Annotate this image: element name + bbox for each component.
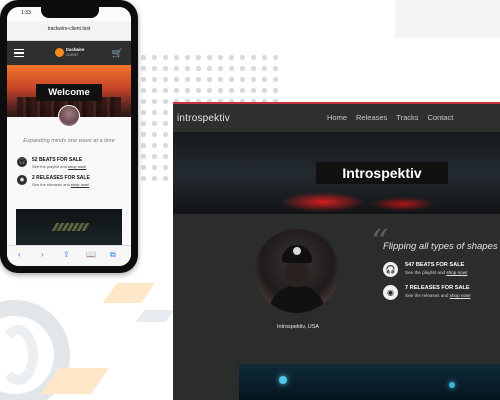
- background-block: [395, 0, 500, 38]
- desktop-nav-menu: Home Releases Tracks Contact: [327, 113, 453, 122]
- mobile-tagline: Expanding minds one wave at a time: [23, 138, 115, 144]
- logo-subtext: CLIENT: [66, 52, 79, 57]
- status-time: 1:33: [21, 10, 31, 16]
- mobile-releases-stat: ◉ 2 RELEASES FOR SALE See the releases a…: [17, 175, 90, 187]
- welcome-title: Welcome: [48, 87, 90, 98]
- light-decoration: [449, 382, 455, 388]
- site-logo[interactable]: introspektiv: [177, 113, 230, 124]
- light-decoration: [279, 376, 287, 384]
- parallelogram-decoration: [102, 283, 156, 303]
- hero-title-box: Introspektiv: [316, 162, 448, 184]
- forward-icon[interactable]: ›: [41, 250, 44, 259]
- releases-description: See the releases and shop now!: [405, 293, 471, 298]
- mobile-avatar: [58, 105, 80, 127]
- parallelogram-decoration: [135, 310, 175, 322]
- beats-count: 547 BEATS FOR SALE: [405, 262, 465, 268]
- mobile-featured-image: [16, 209, 122, 245]
- mobile-navbar: trackwire CLIENT 🛒: [7, 41, 131, 65]
- featured-image: [239, 364, 500, 400]
- address-bar[interactable]: trackwire-client.test: [7, 21, 131, 41]
- hero-title: Introspektiv: [342, 165, 422, 181]
- phone-mockup: 1:33 trackwire-client.test trackwire CLIE…: [0, 0, 138, 273]
- beats-stat: 🎧 547 BEATS FOR SALE See the playlist an…: [383, 262, 467, 277]
- phone-screen: 1:33 trackwire-client.test trackwire CLIE…: [7, 7, 131, 266]
- cart-icon[interactable]: 🛒: [112, 48, 123, 59]
- shop-now-link[interactable]: shop now!: [446, 270, 467, 275]
- nav-link-contact[interactable]: Contact: [428, 113, 454, 122]
- back-icon[interactable]: ‹: [18, 250, 21, 259]
- nav-link-home[interactable]: Home: [327, 113, 347, 122]
- mobile-beats-stat: 🎧 52 BEATS FOR SALE See the playlist and…: [17, 157, 86, 169]
- share-icon[interactable]: ⇪: [63, 250, 70, 259]
- avatar-face: [285, 261, 309, 287]
- showcase-stage: introspektiv Home Releases Tracks Contac…: [0, 0, 500, 400]
- welcome-box: Welcome: [36, 84, 102, 101]
- keyboard-decoration: [51, 223, 91, 231]
- releases-count: 7 RELEASES FOR SALE: [405, 285, 470, 291]
- logo-emblem-icon: [55, 48, 64, 58]
- url-text: trackwire-client.test: [47, 26, 91, 32]
- artist-location: Introspektiv, USA: [277, 324, 320, 330]
- hamburger-menu-icon[interactable]: [14, 49, 24, 57]
- avatar-body: [269, 285, 325, 313]
- vinyl-record-icon: ◉: [383, 285, 398, 300]
- artist-avatar: [255, 229, 339, 313]
- phone-notch: [41, 7, 99, 18]
- desktop-site-preview: introspektiv Home Releases Tracks Contac…: [173, 102, 500, 400]
- releases-count: 2 RELEASES FOR SALE: [32, 175, 90, 181]
- beats-description: See the playlist and shop now!: [32, 164, 87, 169]
- headphones-icon: 🎧: [383, 262, 398, 277]
- releases-stat: ◉ 7 RELEASES FOR SALE See the releases a…: [383, 285, 471, 300]
- artist-tagline: Flipping all types of shapes and: [383, 241, 500, 252]
- beats-description: See the playlist and shop now!: [405, 270, 468, 275]
- shop-now-link[interactable]: shop now!: [68, 164, 86, 169]
- tabs-icon[interactable]: ⧉: [110, 250, 116, 260]
- releases-description: See the releases and shop now!: [32, 182, 90, 187]
- mobile-logo[interactable]: trackwire CLIENT: [55, 47, 84, 58]
- nav-link-releases[interactable]: Releases: [356, 113, 387, 122]
- desktop-navbar: introspektiv Home Releases Tracks Contac…: [173, 104, 500, 132]
- vinyl-record-icon: ◉: [17, 175, 27, 185]
- nav-link-tracks[interactable]: Tracks: [396, 113, 418, 122]
- beats-count: 52 BEATS FOR SALE: [32, 157, 83, 163]
- bookmarks-icon[interactable]: 📖: [86, 250, 96, 259]
- shop-now-link[interactable]: shop now!: [71, 182, 89, 187]
- headphones-icon: 🎧: [17, 157, 27, 167]
- shop-now-link[interactable]: shop now!: [450, 293, 471, 298]
- safari-toolbar: ‹ › ⇪ 📖 ⧉: [7, 245, 131, 266]
- avatar-cap-logo: [293, 247, 301, 255]
